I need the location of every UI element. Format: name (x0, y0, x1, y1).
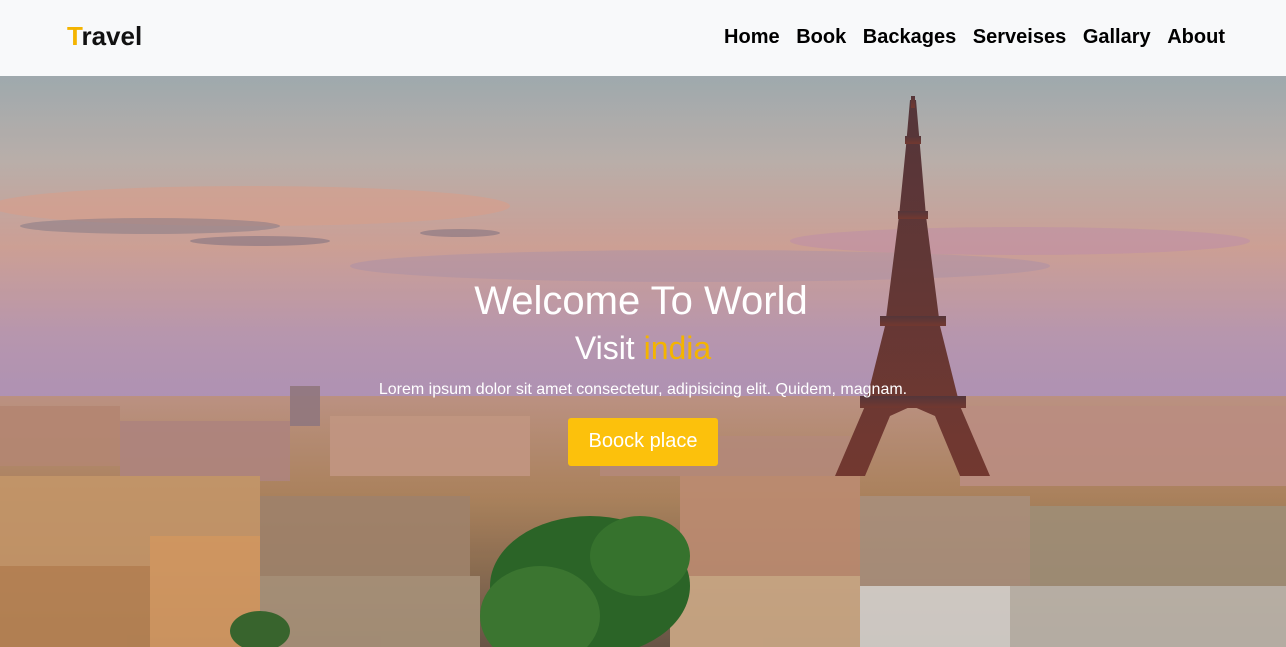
nav-links: Home Book Backages Serveises Gallary Abo… (716, 24, 1225, 50)
hero-subtitle-prefix: Visit (574, 330, 644, 366)
brand-logo[interactable]: Travel (67, 21, 142, 51)
brand-rest: ravel (81, 21, 143, 51)
nav-link-services[interactable]: Serveises (965, 24, 1075, 50)
hero-section: Welcome To World Visit india Lorem ipsum… (0, 76, 1286, 647)
book-place-button[interactable]: Boock place (568, 418, 718, 466)
brand-first-letter: T (67, 21, 82, 51)
hero-description: Lorem ipsum dolor sit amet consectetur, … (378, 381, 908, 398)
nav-link-gallery[interactable]: Gallary (1075, 24, 1159, 50)
nav-link-packages[interactable]: Backages (855, 24, 965, 50)
navbar: Travel Home Book Backages Serveises Gall… (0, 0, 1286, 76)
nav-link-home[interactable]: Home (716, 24, 788, 50)
hero-content: Welcome To World Visit india Lorem ipsum… (0, 276, 1286, 466)
hero-subtitle-highlight: india (643, 330, 712, 366)
hero-subtitle: Visit india (0, 328, 1286, 368)
nav-link-book[interactable]: Book (788, 24, 855, 50)
nav-link-about[interactable]: About (1159, 24, 1225, 50)
hero-title: Welcome To World (474, 279, 808, 323)
